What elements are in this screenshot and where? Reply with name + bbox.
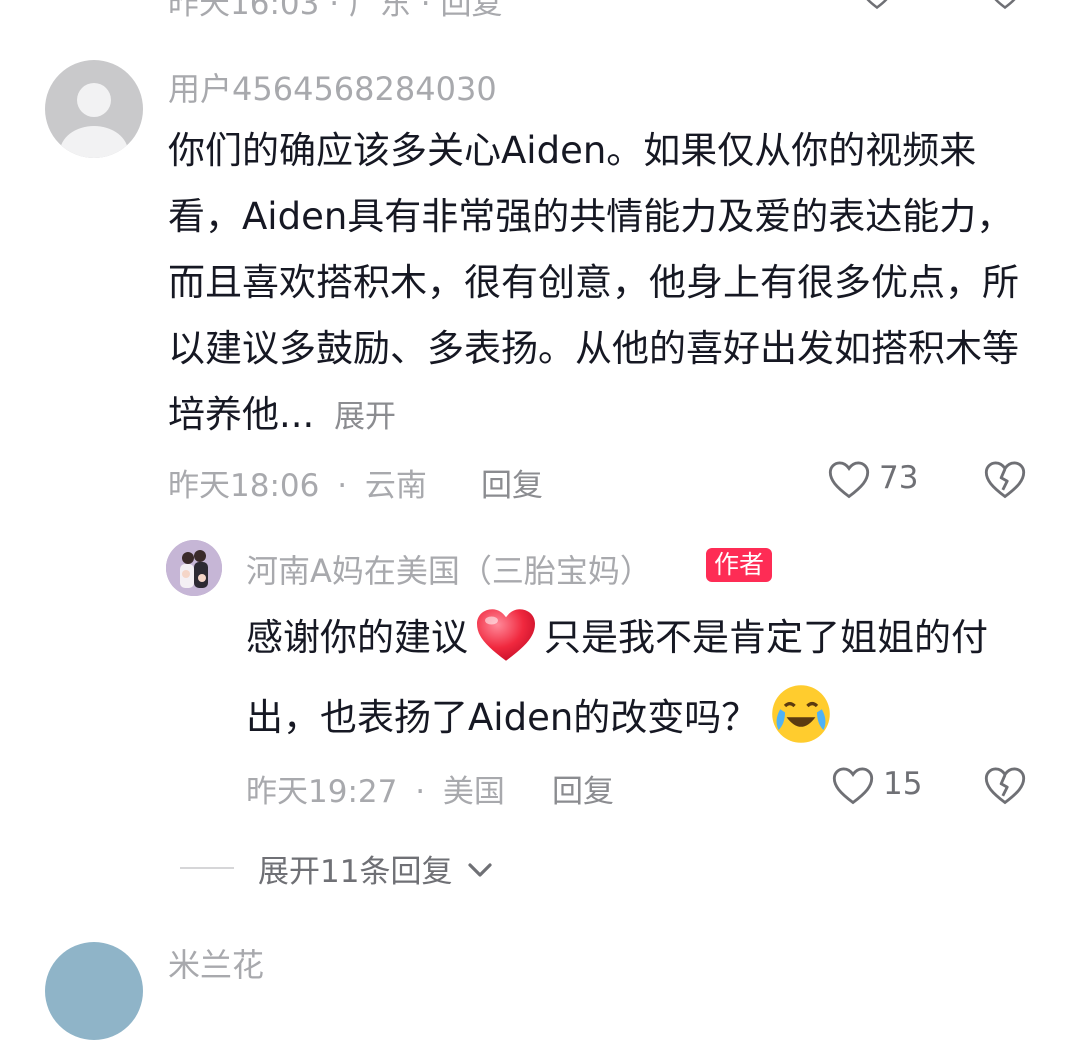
reply-like-count: 15: [883, 766, 923, 802]
expand-replies-label: 展开11条回复: [258, 854, 453, 890]
comment-location: 云南: [364, 468, 427, 504]
divider-line: [180, 867, 234, 869]
avatar[interactable]: [45, 60, 143, 158]
heart-outline-icon[interactable]: [827, 459, 871, 501]
reply-avatar[interactable]: [166, 540, 222, 596]
crying-laughing-emoji: [772, 685, 831, 743]
reply-username[interactable]: 河南A妈在美国（三胎宝妈）: [246, 546, 652, 592]
reply-button[interactable]: 回复: [481, 460, 543, 505]
broken-heart-icon[interactable]: [983, 459, 1027, 501]
comment-username[interactable]: 用户4564568284030: [168, 64, 497, 110]
previous-comment-meta: 昨天16:03 · 广东 · 回复: [168, 0, 503, 22]
next-comment-username[interactable]: 米兰花: [168, 940, 264, 986]
red-heart-emoji: [477, 609, 535, 661]
heart-outline-icon[interactable]: [831, 765, 875, 807]
next-comment-avatar[interactable]: [45, 942, 143, 1040]
default-avatar-icon: [60, 83, 128, 158]
comment-body: 你们的确应该多关心Aiden。如果仅从你的视频来看，Aiden具有非常强的共情能…: [168, 129, 1019, 436]
heart-outline-icon[interactable]: [858, 0, 896, 10]
reply-body-part1: 感谢你的建议: [246, 616, 468, 659]
reply-time: 昨天19:27: [246, 774, 398, 810]
comment-text: 你们的确应该多关心Aiden。如果仅从你的视频来看，Aiden具有非常强的共情能…: [168, 118, 1034, 450]
reply-text: 感谢你的建议 只是我不是肯定了姐姐的付出，也表扬了Aiden的改变吗？: [246, 598, 1036, 758]
chevron-down-icon: [468, 863, 492, 877]
comment-time: 昨天18:06: [168, 468, 320, 504]
comment-meta: 昨天18:06 · 云南: [168, 468, 427, 504]
family-photo-avatar: [166, 540, 222, 596]
broken-heart-icon[interactable]: [986, 0, 1024, 10]
broken-heart-icon[interactable]: [983, 765, 1027, 807]
like-count: 73: [879, 460, 919, 496]
author-badge: 作者: [706, 548, 773, 582]
reply-location: 美国: [442, 774, 505, 810]
expand-replies-button[interactable]: 展开11条回复: [258, 846, 494, 891]
reply-reply-button[interactable]: 回复: [552, 766, 614, 811]
reply-meta: 昨天19:27 · 美国: [246, 774, 505, 810]
expand-text-link[interactable]: 展开: [334, 399, 396, 435]
